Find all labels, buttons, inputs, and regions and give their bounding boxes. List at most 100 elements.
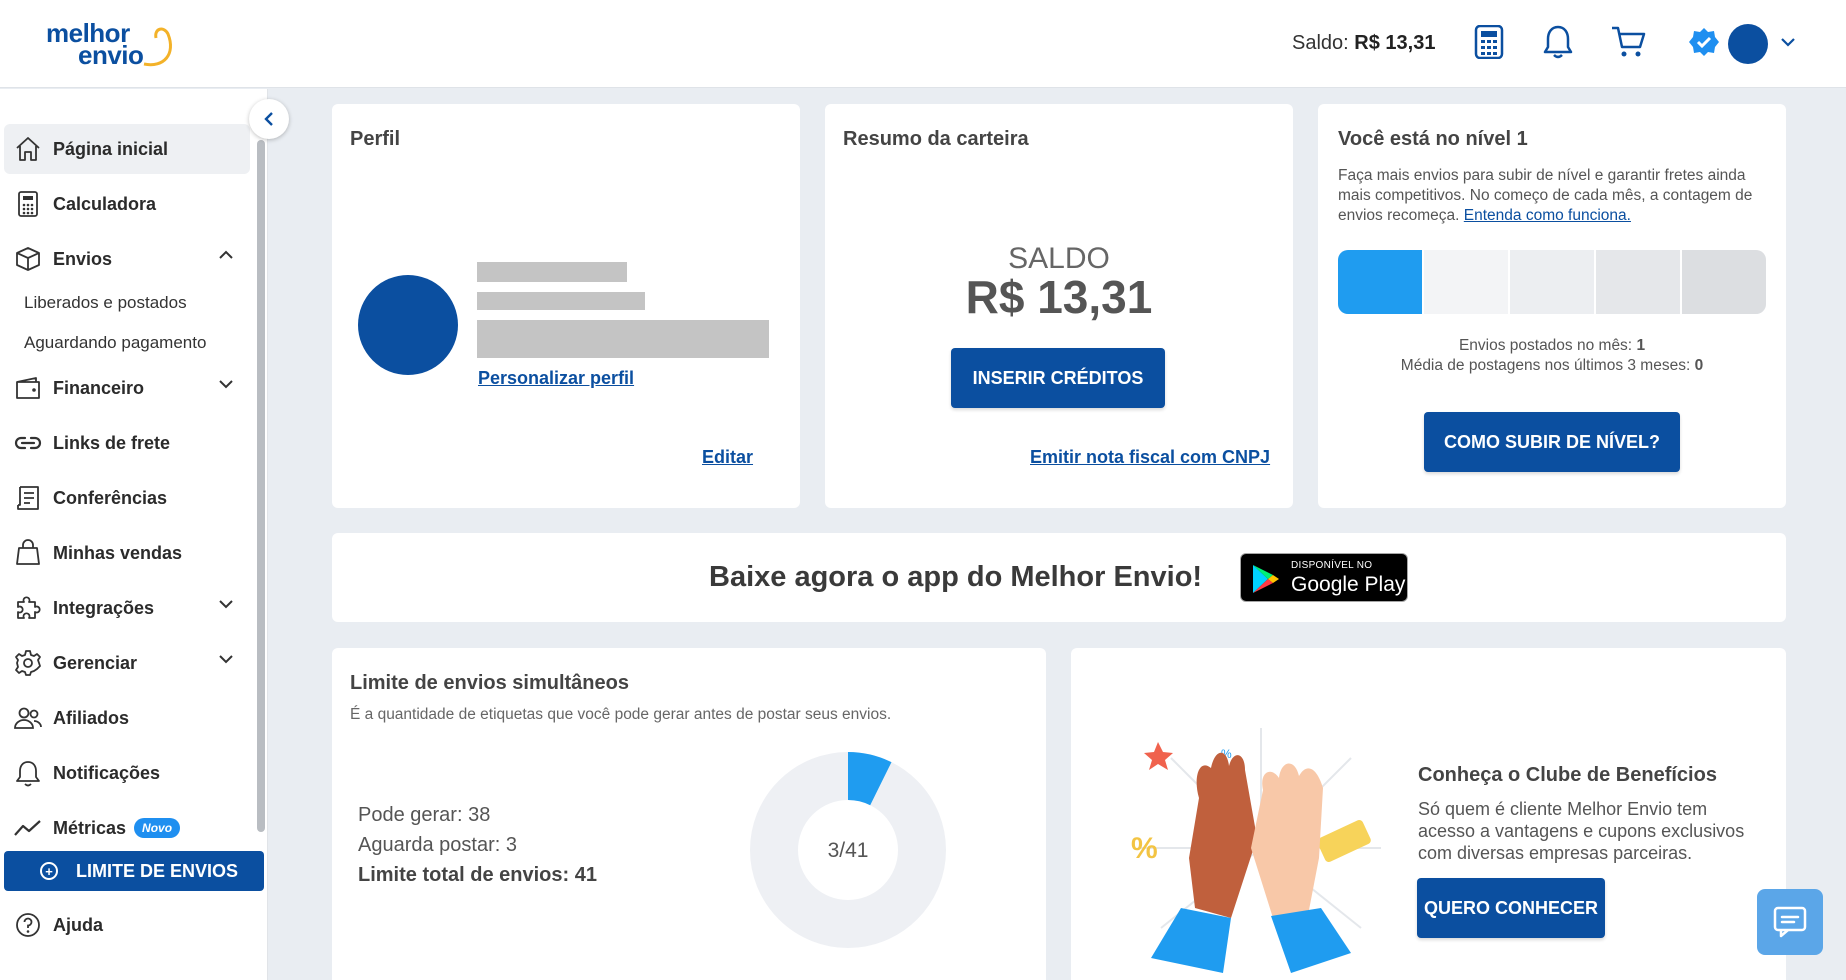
- bell-icon: [12, 757, 44, 789]
- clube-description: Só quem é cliente Melhor Envio tem acess…: [1418, 799, 1745, 863]
- logo-text-line2: envio: [78, 40, 144, 70]
- clube-title: Conheça o Clube de Benefícios: [1418, 764, 1717, 786]
- home-icon: [12, 133, 44, 165]
- sidebar-collapse-button[interactable]: [249, 99, 289, 139]
- bell-icon[interactable]: [1538, 22, 1578, 62]
- receipt-icon: [12, 482, 44, 514]
- perfil-card: Perfil Personalizar perfil Editar: [332, 104, 800, 508]
- puzzle-icon: [12, 592, 44, 624]
- chat-icon: [1773, 906, 1807, 938]
- sidebar-item-minhas-vendas[interactable]: Minhas vendas: [4, 528, 250, 578]
- user-avatar[interactable]: [1728, 24, 1768, 64]
- saldo-value: R$ 13,31: [965, 271, 1153, 323]
- gear-icon: [12, 647, 44, 679]
- sidebar-item-label: Minhas vendas: [53, 542, 183, 563]
- sidebar-subitem-liberados[interactable]: Liberados e postados: [24, 293, 187, 313]
- inserir-creditos-button[interactable]: INSERIR CRÉDITOS: [951, 348, 1165, 408]
- sidebar-item-label: Integrações: [53, 597, 155, 618]
- como-subir-nivel-button[interactable]: COMO SUBIR DE NÍVEL?: [1424, 412, 1680, 472]
- pode-gerar-stat: Pode gerar: 38: [358, 804, 491, 826]
- top-header: melhor envio Saldo: R$ 13,31: [0, 0, 1846, 88]
- cart-icon[interactable]: [1608, 22, 1648, 62]
- melhor-envio-logo[interactable]: melhor envio: [46, 18, 176, 70]
- sidebar-item-envios[interactable]: Envios: [4, 234, 250, 284]
- carteira-title: Resumo da carteira: [843, 128, 1029, 150]
- donut-used-segment: [846, 752, 892, 806]
- saldo-value: R$ 13,31: [1354, 32, 1436, 54]
- sidebar-item-pagina-inicial[interactable]: Página inicial: [4, 124, 250, 174]
- quero-conhecer-button[interactable]: QUERO CONHECER: [1417, 878, 1605, 938]
- emitir-nota-fiscal-link[interactable]: Emitir nota fiscal com CNPJ: [1030, 447, 1270, 468]
- sidebar-item-label: Afiliados: [53, 707, 130, 728]
- donut-label: 3/41: [828, 839, 869, 862]
- box-icon: [12, 243, 44, 275]
- sidebar-item-label: Envios: [53, 248, 113, 269]
- sidebar-item-afiliados[interactable]: Afiliados: [4, 693, 250, 743]
- google-play-icon: [1253, 565, 1279, 593]
- limite-de-envios-button[interactable]: + LIMITE DE ENVIOS: [4, 851, 264, 891]
- sidebar-item-label: Financeiro: [53, 377, 145, 398]
- entenda-link[interactable]: Entenda como funciona.: [1464, 207, 1631, 224]
- limite-button-label: LIMITE DE ENVIOS: [76, 860, 239, 881]
- chevron-down-icon[interactable]: [218, 379, 234, 389]
- carteira-card: Resumo da carteira SALDO R$ 13,31 INSERI…: [825, 104, 1293, 508]
- sidebar-item-label: Métricas: [53, 817, 127, 838]
- sidebar-item-notificacoes[interactable]: Notificações: [4, 748, 250, 798]
- level-segment-5: [1682, 250, 1766, 314]
- chevron-down-icon[interactable]: [218, 654, 234, 664]
- limite-donut-chart: 3/41: [750, 752, 946, 948]
- sidebar-item-links-de-frete[interactable]: Links de frete: [4, 418, 250, 468]
- sidebar-item-label: Gerenciar: [53, 652, 138, 673]
- sidebar-item-calculadora[interactable]: Calculadora: [4, 179, 250, 229]
- level-segment-2: [1424, 250, 1510, 314]
- nivel-title: Você está no nível 1: [1338, 128, 1528, 150]
- level-segment-1: [1338, 250, 1424, 314]
- plus-circle-icon: +: [40, 862, 58, 880]
- sidebar-item-gerenciar[interactable]: Gerenciar: [4, 638, 250, 688]
- limite-subtitle: É a quantidade de etiquetas que você pod…: [350, 706, 892, 723]
- sidebar-item-label: Ajuda: [53, 914, 104, 935]
- calculator-icon[interactable]: [1469, 22, 1509, 62]
- chart-line-icon: [12, 812, 44, 844]
- nivel-description: Faça mais envios para subir de nível e g…: [1338, 166, 1768, 226]
- redacted-name-bar: [477, 262, 627, 282]
- redacted-info-bar: [477, 292, 645, 310]
- sidebar-scrollbar[interactable]: [257, 140, 265, 832]
- sidebar-subitem-aguardando[interactable]: Aguardando pagamento: [24, 333, 206, 353]
- header-saldo: Saldo: R$ 13,31: [1292, 32, 1435, 55]
- sidebar-item-ajuda[interactable]: Ajuda: [4, 900, 250, 950]
- aguarda-postar-stat: Aguarda postar: 3: [358, 834, 517, 856]
- saldo-label: Saldo:: [1292, 32, 1349, 54]
- bag-icon: [12, 537, 44, 569]
- svg-text:%: %: [1131, 832, 1158, 865]
- app-banner-text: Baixe agora o app do Melhor Envio!: [709, 561, 1203, 593]
- novo-badge: Novo: [134, 818, 181, 838]
- sidebar-item-conferencias[interactable]: Conferências: [4, 473, 250, 523]
- sidebar-item-metricas[interactable]: Métricas Novo: [4, 803, 250, 853]
- stat-label: Envios postados no mês:: [1458, 337, 1633, 354]
- chevron-up-icon[interactable]: [218, 250, 234, 260]
- google-play-badge[interactable]: DISPONÍVEL NO Google Play: [1240, 553, 1408, 602]
- chat-support-button[interactable]: [1757, 889, 1823, 955]
- sidebar-item-financeiro[interactable]: Financeiro: [4, 363, 250, 413]
- personalizar-perfil-link[interactable]: Personalizar perfil: [478, 368, 634, 389]
- app-banner: Baixe agora o app do Melhor Envio! DISPO…: [332, 533, 1786, 622]
- badge-big-text: Google Play: [1291, 573, 1406, 596]
- high-five-illustration: % %: [1131, 728, 1381, 973]
- limite-total-stat: Limite total de envios: 41: [358, 864, 597, 886]
- level-progress-bar: [1338, 250, 1766, 314]
- editar-link[interactable]: Editar: [702, 447, 753, 468]
- sidebar-item-label: Página inicial: [53, 138, 169, 159]
- users-icon: [12, 702, 44, 734]
- chevron-down-icon[interactable]: [218, 599, 234, 609]
- wallet-icon: [12, 372, 44, 404]
- envios-postados-stat: Envios postados no mês: 1: [1318, 337, 1786, 355]
- chevron-down-icon[interactable]: [1768, 22, 1808, 62]
- verified-icon: [1684, 22, 1724, 62]
- sidebar-item-integracoes[interactable]: Integrações: [4, 583, 250, 633]
- media-postagens-stat: Média de postagens nos últimos 3 meses: …: [1318, 357, 1786, 375]
- perfil-title: Perfil: [350, 128, 401, 150]
- sidebar-item-label: Notificações: [53, 762, 161, 783]
- sidebar: Página inicial Calculadora Envios Libera…: [0, 89, 268, 980]
- level-segment-3: [1510, 250, 1596, 314]
